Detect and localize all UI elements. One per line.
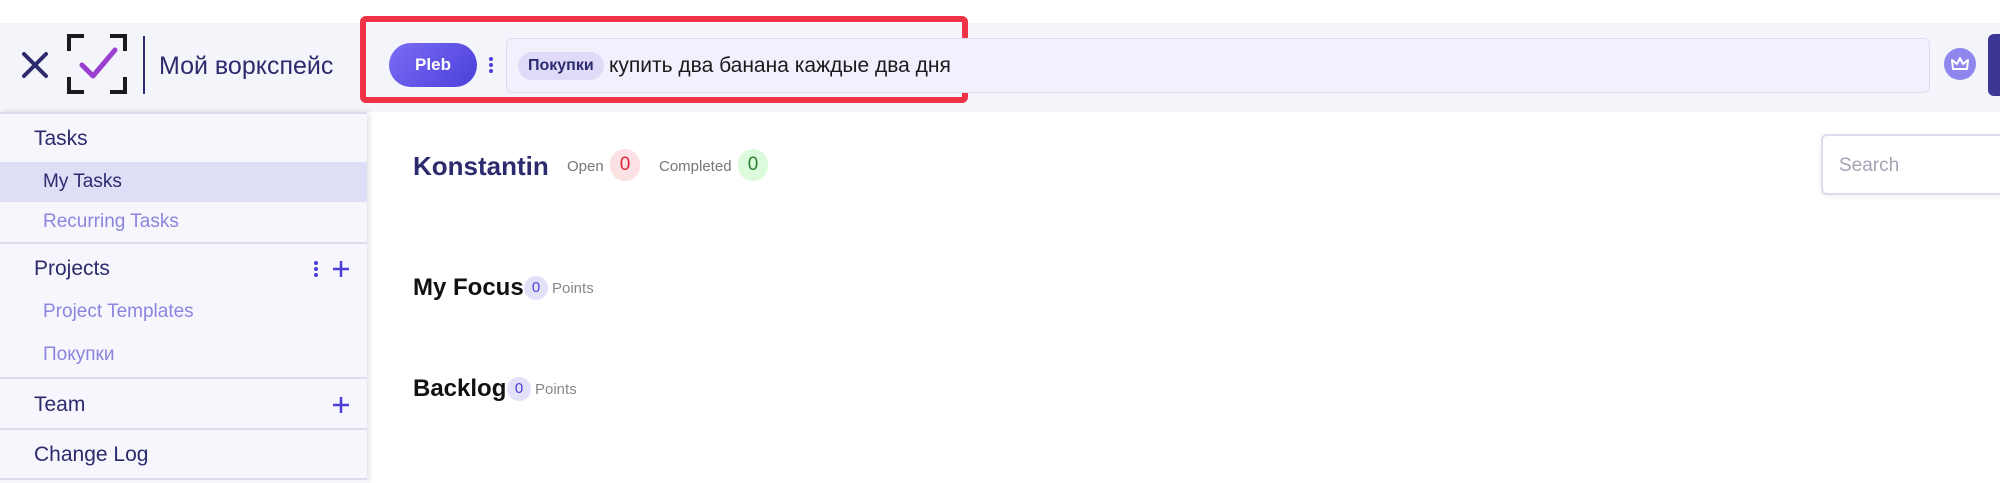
add-project-icon[interactable] xyxy=(331,259,351,279)
open-count-badge: 0 xyxy=(610,149,640,181)
crown-icon xyxy=(1951,57,1969,70)
sidebar-item-pokupki[interactable]: Покупки xyxy=(43,343,114,367)
sidebar-divider xyxy=(0,112,367,114)
workspace-name[interactable]: Мой воркспейс xyxy=(159,51,333,81)
sidebar-divider xyxy=(0,242,367,244)
sidebar-item-my-tasks[interactable]: My Tasks xyxy=(43,170,122,194)
focus-points-badge: 0 xyxy=(524,276,548,300)
completed-label: Completed xyxy=(659,158,732,175)
backlog-points-badge: 0 xyxy=(507,377,531,401)
open-label: Open xyxy=(567,158,604,175)
sidebar-divider xyxy=(0,478,367,480)
more-vertical-icon[interactable] xyxy=(306,259,326,279)
more-vertical-icon[interactable] xyxy=(486,55,496,75)
search-input[interactable] xyxy=(1837,152,2000,180)
sidebar-section-team[interactable]: Team xyxy=(34,392,85,418)
sidebar-section-change-log[interactable]: Change Log xyxy=(34,442,148,468)
completed-count-badge: 0 xyxy=(738,149,768,181)
section-title-my-focus: My Focus xyxy=(413,274,524,301)
task-input-text[interactable]: купить два банана каждые два дня xyxy=(609,52,951,80)
sidebar-section-projects[interactable]: Projects xyxy=(34,256,110,282)
sidebar-divider xyxy=(0,377,367,379)
logo-check-icon xyxy=(67,34,127,94)
sidebar-divider xyxy=(0,428,367,430)
project-tag[interactable]: Покупки xyxy=(518,52,604,80)
sidebar-section-tasks[interactable]: Tasks xyxy=(34,126,88,152)
header-action-button[interactable] xyxy=(1988,34,2000,96)
search-box[interactable] xyxy=(1821,134,2000,195)
user-pill-button[interactable]: Pleb xyxy=(389,43,477,87)
sidebar: Tasks My Tasks Recurring Tasks Projects … xyxy=(0,112,367,483)
section-title-backlog: Backlog xyxy=(413,375,507,402)
sidebar-item-project-templates[interactable]: Project Templates xyxy=(43,300,194,324)
add-team-member-icon[interactable] xyxy=(331,395,351,415)
upgrade-button[interactable] xyxy=(1944,48,1976,80)
page-title-user-name: Konstantin xyxy=(413,151,549,181)
close-icon[interactable] xyxy=(18,48,52,82)
focus-points-label: Points xyxy=(552,280,594,297)
backlog-points-label: Points xyxy=(535,381,577,398)
logo-divider xyxy=(143,36,145,94)
sidebar-item-recurring-tasks[interactable]: Recurring Tasks xyxy=(43,210,179,234)
